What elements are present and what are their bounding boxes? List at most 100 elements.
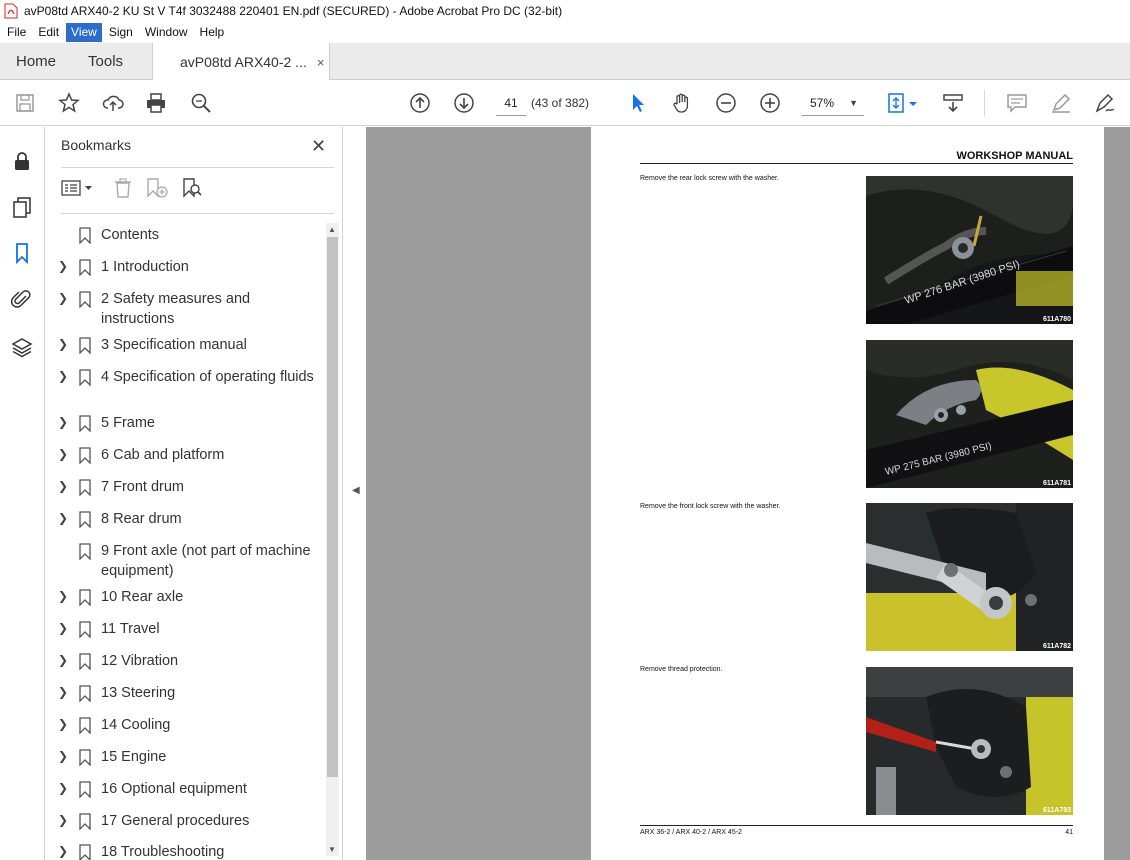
tab-document[interactable]: avP08td ARX40-2 ... × [152, 43, 330, 81]
bookmark-flag-icon [79, 749, 91, 766]
chevron-right-icon[interactable]: ❯ [58, 479, 68, 493]
page-footer-models: ARX 36-2 / ARX 40-2 / ARX 45-2 [640, 829, 742, 836]
bookmarks-scrollbar[interactable]: ▲ ▼ [326, 223, 339, 856]
panel-divider [61, 167, 334, 168]
pdf-file-icon [4, 3, 18, 19]
star-icon[interactable] [56, 90, 82, 116]
tab-home[interactable]: Home [0, 43, 72, 80]
menu-edit[interactable]: Edit [33, 23, 64, 42]
options-menu-icon[interactable] [61, 175, 95, 201]
title-bar: avP08td ARX40-2 KU St V T4f 3032488 2204… [0, 0, 1130, 22]
new-bookmark-icon[interactable] [145, 175, 169, 201]
save-icon[interactable] [12, 90, 38, 116]
bookmark-flag-icon [79, 717, 91, 734]
layers-icon[interactable] [10, 335, 34, 359]
find-bookmark-icon[interactable] [181, 175, 203, 201]
zoom-out-icon[interactable] [713, 90, 739, 116]
page-number-input[interactable]: 41 [496, 90, 526, 116]
bookmark-label: 14 Cooling [101, 717, 171, 733]
bookmark-label: 6 Cab and platform [101, 447, 225, 463]
bookmark-label: 8 Rear drum [101, 511, 182, 527]
chevron-right-icon[interactable]: ❯ [58, 621, 68, 635]
tab-close-icon[interactable]: × [317, 55, 325, 70]
highlight-pen-icon[interactable] [1048, 90, 1074, 116]
bookmark-icon[interactable] [10, 241, 34, 265]
bookmark-flag-icon [79, 813, 91, 830]
menu-file[interactable]: File [2, 23, 31, 42]
panel-splitter[interactable]: ◀ [342, 127, 366, 860]
zoom-level-select[interactable]: 57% ▼ [802, 90, 864, 116]
bookmark-label: 2 Safety measures and instructions [101, 291, 251, 327]
chevron-right-icon[interactable]: ❯ [58, 685, 68, 699]
window-title: avP08td ARX40-2 KU St V T4f 3032488 2204… [24, 4, 563, 18]
photo-caption: 611A780 [1042, 316, 1071, 323]
zoom-search-icon[interactable] [188, 90, 214, 116]
previous-page-icon[interactable] [407, 90, 433, 116]
photo-rear-lock-screw: WP 276 BAR (3980 PSI) 611A780 [866, 176, 1073, 324]
bookmark-label: 12 Vibration [101, 653, 179, 669]
sign-pen-icon[interactable] [1092, 90, 1118, 116]
menu-view[interactable]: View [66, 23, 102, 42]
bookmark-flag-icon [79, 621, 91, 638]
header-rule [640, 163, 1073, 164]
chevron-right-icon[interactable]: ❯ [58, 844, 68, 858]
chevron-right-icon[interactable]: ❯ [58, 337, 68, 351]
bookmark-flag-icon [79, 589, 91, 606]
step-text: Remove the rear lock screw with the wash… [640, 175, 779, 182]
bookmark-label: 13 Steering [101, 685, 176, 701]
upload-cloud-icon[interactable] [100, 90, 126, 116]
menu-help[interactable]: Help [195, 23, 230, 42]
bookmark-flag-icon [79, 227, 91, 244]
print-icon[interactable] [143, 90, 169, 116]
menu-sign[interactable]: Sign [104, 23, 138, 42]
scroll-mode-icon[interactable] [940, 90, 966, 116]
tab-document-label: avP08td ARX40-2 ... [180, 54, 307, 70]
bookmark-flag-icon [79, 511, 91, 528]
chevron-right-icon[interactable]: ❯ [58, 653, 68, 667]
page-thumbnails-icon[interactable] [10, 195, 34, 219]
bookmark-label: 16 Optional equipment [101, 781, 247, 797]
tab-tools[interactable]: Tools [72, 43, 139, 80]
page-footer-number: 41 [1065, 829, 1073, 836]
chevron-right-icon[interactable]: ❯ [58, 291, 68, 305]
menu-window[interactable]: Window [140, 23, 193, 42]
bookmark-flag-icon [79, 291, 91, 308]
chevron-right-icon[interactable]: ❯ [58, 511, 68, 525]
page-header-title: WORKSHOP MANUAL [956, 150, 1073, 162]
attachment-icon[interactable] [10, 287, 34, 311]
chevron-right-icon[interactable]: ❯ [58, 813, 68, 827]
photo-front-lock-screw: 611A782 [866, 503, 1073, 651]
scrollbar-thumb[interactable] [327, 237, 338, 777]
chevron-right-icon[interactable]: ❯ [58, 369, 68, 383]
chevron-right-icon[interactable]: ❯ [58, 259, 68, 273]
fit-page-dropdown-icon[interactable] [906, 90, 920, 116]
bookmark-flag-icon [79, 259, 91, 276]
bookmark-label: 18 Troubleshooting [101, 844, 225, 860]
bookmark-flag-icon [79, 447, 91, 464]
close-icon[interactable]: ✕ [311, 137, 326, 155]
chevron-right-icon[interactable]: ❯ [58, 717, 68, 731]
collapse-panel-icon[interactable]: ◀ [352, 485, 360, 496]
bookmark-label: 3 Specification manual [101, 337, 247, 353]
chevron-right-icon[interactable]: ❯ [58, 415, 68, 429]
scroll-down-icon[interactable]: ▼ [328, 845, 336, 854]
panel-divider [61, 213, 334, 214]
bookmarks-panel: Bookmarks ✕ Contents ❯ 1 Introduction ❯ [45, 127, 342, 860]
bookmark-label: 5 Frame [101, 415, 155, 431]
next-page-icon[interactable] [451, 90, 477, 116]
chevron-right-icon[interactable]: ❯ [58, 749, 68, 763]
select-pointer-icon[interactable] [625, 90, 651, 116]
photo-thread-protection: 611A783 [866, 667, 1073, 815]
zoom-in-icon[interactable] [757, 90, 783, 116]
scroll-up-icon[interactable]: ▲ [328, 225, 336, 234]
lock-icon[interactable] [10, 149, 34, 173]
document-view[interactable]: WORKSHOP MANUAL Remove the rear lock scr… [366, 127, 1130, 860]
bookmark-label: 1 Introduction [101, 259, 189, 275]
comment-icon[interactable] [1004, 90, 1030, 116]
hand-tool-icon[interactable] [669, 90, 695, 116]
chevron-right-icon[interactable]: ❯ [58, 781, 68, 795]
chevron-right-icon[interactable]: ❯ [58, 447, 68, 461]
zoom-level-value: 57% [810, 96, 835, 110]
chevron-right-icon[interactable]: ❯ [58, 589, 68, 603]
delete-bookmark-icon[interactable] [113, 175, 133, 201]
